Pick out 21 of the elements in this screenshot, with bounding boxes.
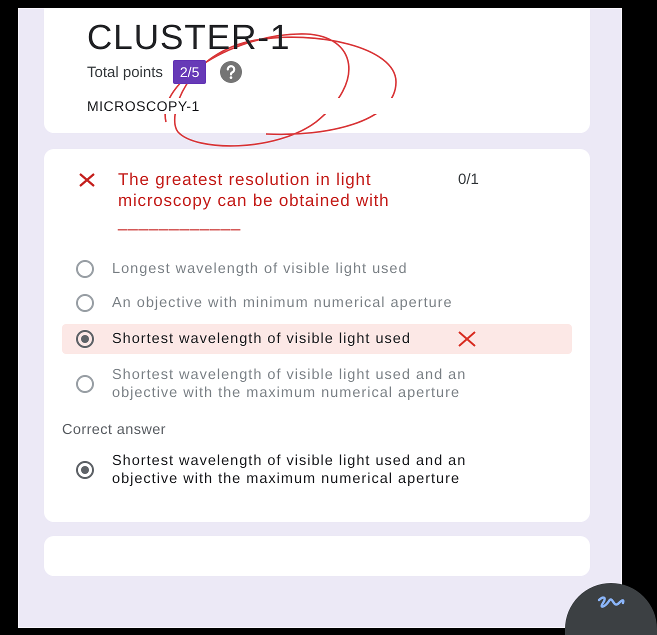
answer-option[interactable]: Longest wavelength of visible light used (62, 256, 572, 282)
correct-answer-label: Correct answer (62, 422, 167, 438)
score-badge: 2/5 (172, 60, 206, 84)
selected-answer-row[interactable]: Shortest wavelength of visible light used (62, 324, 572, 354)
option-text: Longest wavelength of visible light used (112, 260, 409, 278)
question-points: 0/1 (458, 171, 479, 188)
help-icon[interactable] (220, 61, 242, 83)
radio-button[interactable] (76, 330, 94, 348)
option-text: Shortest wavelength of visible light used (112, 330, 412, 348)
answer-option[interactable]: An objective with minimum numerical aperture (62, 290, 572, 316)
radio-button[interactable] (76, 294, 94, 312)
form-title: CLUSTER-1 (87, 20, 292, 56)
total-points-label: Total points (87, 64, 163, 80)
radio-button[interactable] (76, 260, 94, 278)
cross-icon (457, 331, 477, 347)
option-text: Shortest wavelength of visible light used and an objective with the maximum numerical aperture (112, 366, 468, 402)
option-text: An objective with minimum numerical aperture (112, 294, 454, 312)
question-text: The greatest resolution in light microscopy can be obtained with ____________ (118, 169, 390, 232)
radio-button[interactable] (76, 375, 94, 393)
option-text: Shortest wavelength of visible light used and an objective with the maximum numerical aperture (112, 452, 468, 488)
answer-option[interactable]: Shortest wavelength of visible light used and an objective with the maximum numerical aperture (62, 362, 572, 406)
